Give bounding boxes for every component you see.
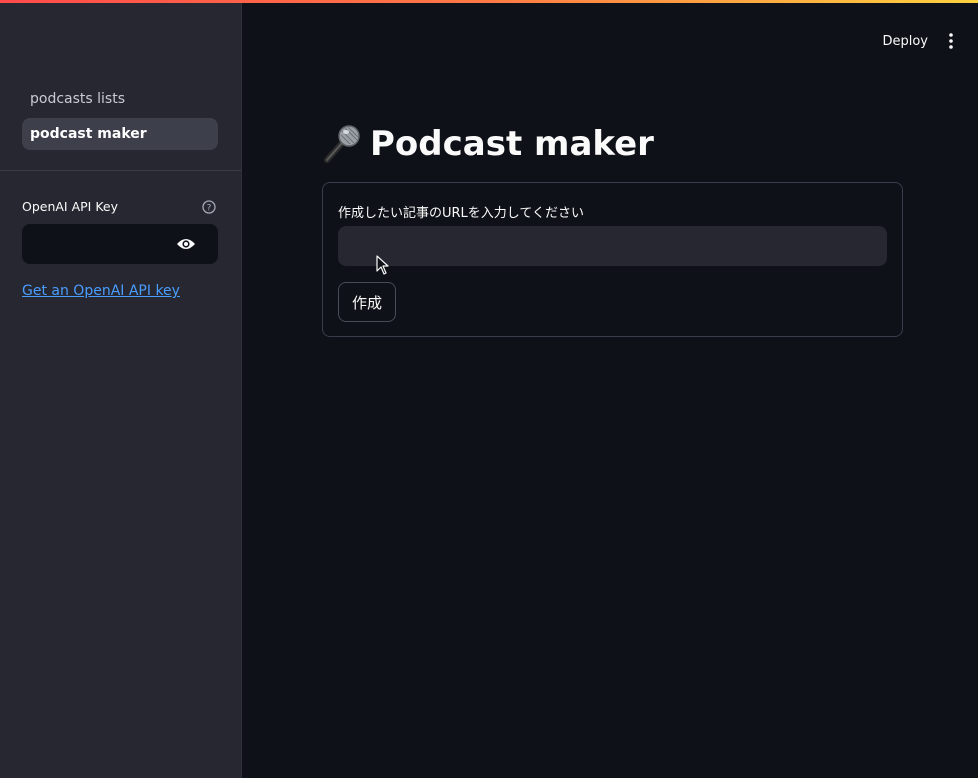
sidebar-item-podcasts-lists[interactable]: podcasts lists: [22, 83, 218, 115]
microphone-icon: [324, 125, 360, 163]
app-root: podcasts lists podcast maker OpenAI API …: [0, 3, 978, 778]
sidebar-divider: [0, 170, 241, 171]
header-actions: Deploy: [882, 29, 956, 53]
sidebar-nav: podcasts lists podcast maker: [22, 83, 218, 153]
sidebar: podcasts lists podcast maker OpenAI API …: [0, 3, 242, 778]
sidebar-item-podcast-maker[interactable]: podcast maker: [22, 118, 218, 150]
openai-api-key-link[interactable]: Get an OpenAI API key: [22, 283, 180, 299]
svg-text:?: ?: [207, 203, 212, 213]
deploy-button[interactable]: Deploy: [882, 34, 928, 49]
url-input-label: 作成したい記事のURLを入力してください: [338, 206, 585, 221]
api-key-input[interactable]: [22, 224, 172, 264]
url-input[interactable]: [338, 226, 887, 266]
eye-icon[interactable]: [176, 236, 196, 252]
question-circle-icon[interactable]: ?: [202, 200, 216, 214]
page-title-text: Podcast maker: [370, 124, 654, 164]
create-button[interactable]: 作成: [338, 282, 396, 322]
kebab-menu-icon[interactable]: [946, 31, 956, 51]
page-title: Podcast maker: [320, 121, 654, 167]
api-key-field: [22, 224, 218, 264]
mouse-cursor-icon: [376, 255, 389, 275]
url-form: 作成したい記事のURLを入力してください 作成: [322, 182, 903, 337]
api-key-label: OpenAI API Key: [22, 199, 119, 214]
